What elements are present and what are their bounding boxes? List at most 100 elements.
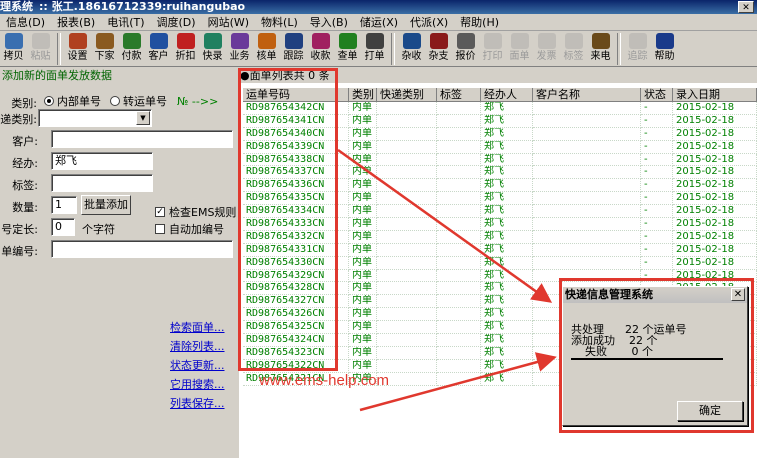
table-cell: 郑飞: [481, 230, 533, 244]
handler-input[interactable]: 郑飞: [51, 152, 153, 170]
batch-add-button[interactable]: 批量添加: [81, 195, 131, 215]
window-close-button[interactable]: ✕: [738, 1, 754, 13]
express-type-select[interactable]: ▼: [38, 109, 152, 127]
column-header-2[interactable]: 快递类别: [377, 88, 437, 102]
radio-internal-number[interactable]: 内部单号: [44, 93, 101, 109]
link-save-list[interactable]: 列表保存...: [170, 395, 225, 411]
menu-item-8[interactable]: 代派(X): [404, 14, 454, 30]
toolbar-button-track[interactable]: 跟踪: [280, 33, 307, 66]
table-cell: [437, 192, 481, 206]
link-clear-list[interactable]: 清除列表...: [170, 338, 225, 354]
toolbar-button-copy[interactable]: 拷贝: [0, 33, 27, 66]
link-status-update[interactable]: 状态更新...: [170, 357, 225, 373]
toolbar-button-help[interactable]: 帮助: [651, 33, 678, 66]
verify-icon: [257, 33, 276, 49]
column-header-6[interactable]: 状态: [641, 88, 673, 102]
toolbar-button-query[interactable]: 查单: [334, 33, 361, 66]
menu-item-7[interactable]: 储运(X): [354, 14, 404, 30]
toolbar-button-print-order[interactable]: 打单: [361, 33, 388, 66]
settings-icon: [68, 33, 87, 49]
phone-icon: [591, 33, 610, 49]
failed-count: 0: [631, 345, 639, 358]
toolbar-button-payment[interactable]: 付款: [118, 33, 145, 66]
menu-item-9[interactable]: 帮助(H): [454, 14, 505, 30]
dialog-close-button[interactable]: ✕: [731, 288, 745, 301]
column-header-1[interactable]: 类别: [349, 88, 377, 102]
toolbar-button-label: 业务: [229, 51, 250, 62]
toolbar-button-waybill[interactable]: 面单: [506, 33, 533, 66]
toolbar-button-print[interactable]: 打印: [479, 33, 506, 66]
link-other-search[interactable]: 它用搜索...: [170, 376, 225, 392]
table-cell: [377, 140, 437, 154]
table-cell: [377, 308, 437, 322]
length-input[interactable]: 0: [51, 218, 75, 236]
toolbar-button-misc-expense[interactable]: 杂支: [425, 33, 452, 66]
ok-button[interactable]: 确定: [677, 401, 743, 421]
left-panel-header: 添加新的面单发放数据: [2, 69, 112, 82]
column-header-3[interactable]: 标签: [437, 88, 481, 102]
radio-transfer-number[interactable]: 转运单号: [110, 93, 167, 109]
table-cell: [377, 359, 437, 373]
start-number-input[interactable]: [51, 240, 233, 258]
toolbar-button-label: 杂支: [428, 51, 449, 62]
chevron-down-icon[interactable]: ▼: [136, 111, 150, 125]
toolbar-button-phone[interactable]: 来电: [587, 33, 614, 66]
table-cell: [437, 140, 481, 154]
toolbar-button-discount[interactable]: 折扣: [172, 33, 199, 66]
link-search-waybill[interactable]: 检索面单...: [170, 319, 225, 335]
table-cell: 内单: [349, 166, 377, 180]
toolbar-button-trace[interactable]: 追踪: [624, 33, 651, 66]
table-cell: [377, 334, 437, 347]
menu-item-0[interactable]: 信息(D): [0, 14, 51, 30]
table-cell: [437, 269, 481, 283]
toolbar-button-label[interactable]: 标签: [560, 33, 587, 66]
length-label: 号定长:: [1, 223, 38, 236]
toolbar-button-label: 设置: [67, 51, 88, 62]
toolbar-button-label: 客户: [148, 51, 169, 62]
table-cell: [533, 192, 641, 206]
table-cell: -: [641, 127, 673, 141]
menu-item-5[interactable]: 物料(L): [255, 14, 304, 30]
toolbar-button-quote[interactable]: 报价: [452, 33, 479, 66]
menu-item-3[interactable]: 调度(D): [151, 14, 202, 30]
toolbar-button-label: 标签: [563, 51, 584, 62]
tag-input[interactable]: [51, 174, 153, 192]
invoice-icon: [537, 33, 556, 49]
table-cell: 郑飞: [481, 153, 533, 167]
auto-add-checkbox[interactable]: 自动加编号: [155, 221, 224, 237]
toolbar-button-receive[interactable]: 收款: [307, 33, 334, 66]
table-cell: 郑飞: [481, 192, 533, 206]
table-cell: [533, 140, 641, 154]
toolbar-button-paste[interactable]: 粘贴: [27, 33, 54, 66]
table-cell: [377, 230, 437, 244]
toolbar-button-quick-entry[interactable]: 快录: [199, 33, 226, 66]
column-header-7[interactable]: 录入日期: [673, 88, 757, 102]
label-icon: [564, 33, 583, 49]
menu-item-2[interactable]: 电讯(T): [101, 14, 150, 30]
toolbar-button-settings[interactable]: 设置: [64, 33, 91, 66]
quantity-input[interactable]: 1: [51, 196, 77, 214]
toolbar-button-label: 拷贝: [3, 51, 24, 62]
paste-icon: [31, 33, 50, 49]
table-cell: 郑飞: [481, 243, 533, 257]
table-cell: 内单: [349, 102, 377, 115]
column-header-4[interactable]: 经办人: [481, 88, 533, 102]
check-ems-checkbox[interactable]: ✓ 检查EMS规则: [155, 204, 236, 220]
menu-item-6[interactable]: 导入(B): [304, 14, 354, 30]
query-icon: [338, 33, 357, 49]
toolbar-button-verify[interactable]: 核单: [253, 33, 280, 66]
toolbar-button-customer[interactable]: 客户: [145, 33, 172, 66]
toolbar-button-invoice[interactable]: 发票: [533, 33, 560, 66]
column-header-5[interactable]: 客户名称: [533, 88, 641, 102]
menu-item-4[interactable]: 网站(W): [202, 14, 255, 30]
misc-expense-icon: [429, 33, 448, 49]
table-cell: 内单: [349, 140, 377, 154]
customer-input[interactable]: [51, 130, 233, 148]
table-cell: [533, 256, 641, 270]
toolbar-button-downstream[interactable]: 下家: [91, 33, 118, 66]
toolbar-button-misc-income[interactable]: 杂收: [398, 33, 425, 66]
toolbar-button-business[interactable]: 业务: [226, 33, 253, 66]
table-cell: 内单: [349, 269, 377, 283]
menu-item-1[interactable]: 报表(B): [51, 14, 101, 30]
table-cell: [437, 153, 481, 167]
